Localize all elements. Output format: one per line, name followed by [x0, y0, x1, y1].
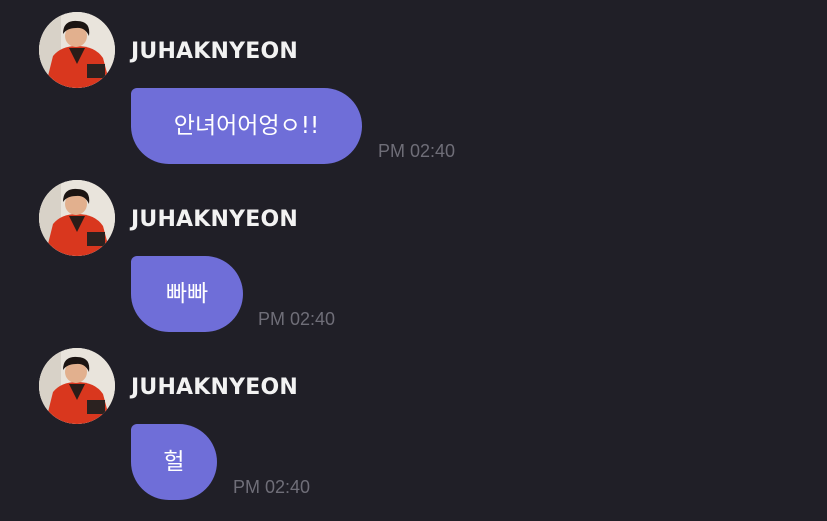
message-row: JUHAKNYEON 빠빠 PM 02:40 [0, 168, 827, 336]
timestamp: PM 02:40 [378, 141, 456, 161]
avatar[interactable] [39, 180, 115, 256]
profile-photo-icon [39, 180, 115, 256]
message-row: JUHAKNYEON 안녀어어엉ㅇ!! PM 02:40 [0, 0, 827, 168]
message-bubble[interactable]: 빠빠 [131, 256, 243, 332]
sender-name: JUHAKNYEON [131, 207, 299, 232]
message-bubble[interactable]: 헐 [131, 424, 217, 500]
message-text: 안녀어어엉ㅇ!! [173, 113, 320, 139]
timestamp: PM 02:40 [258, 309, 336, 329]
message-bubble[interactable]: 안녀어어엉ㅇ!! [131, 88, 362, 164]
sender-name: JUHAKNYEON [131, 39, 299, 64]
sender-name: JUHAKNYEON [131, 375, 299, 400]
message-text: 빠빠 [165, 281, 209, 307]
chat-log: JUHAKNYEON 안녀어어엉ㅇ!! PM 02:40 JUHAKNYEON … [0, 0, 827, 521]
avatar[interactable] [39, 348, 115, 424]
message-text: 헐 [163, 449, 185, 475]
timestamp: PM 02:40 [233, 477, 311, 497]
profile-photo-icon [39, 12, 115, 88]
profile-photo-icon [39, 348, 115, 424]
message-row: JUHAKNYEON 헐 PM 02:40 [0, 336, 827, 504]
avatar[interactable] [39, 12, 115, 88]
